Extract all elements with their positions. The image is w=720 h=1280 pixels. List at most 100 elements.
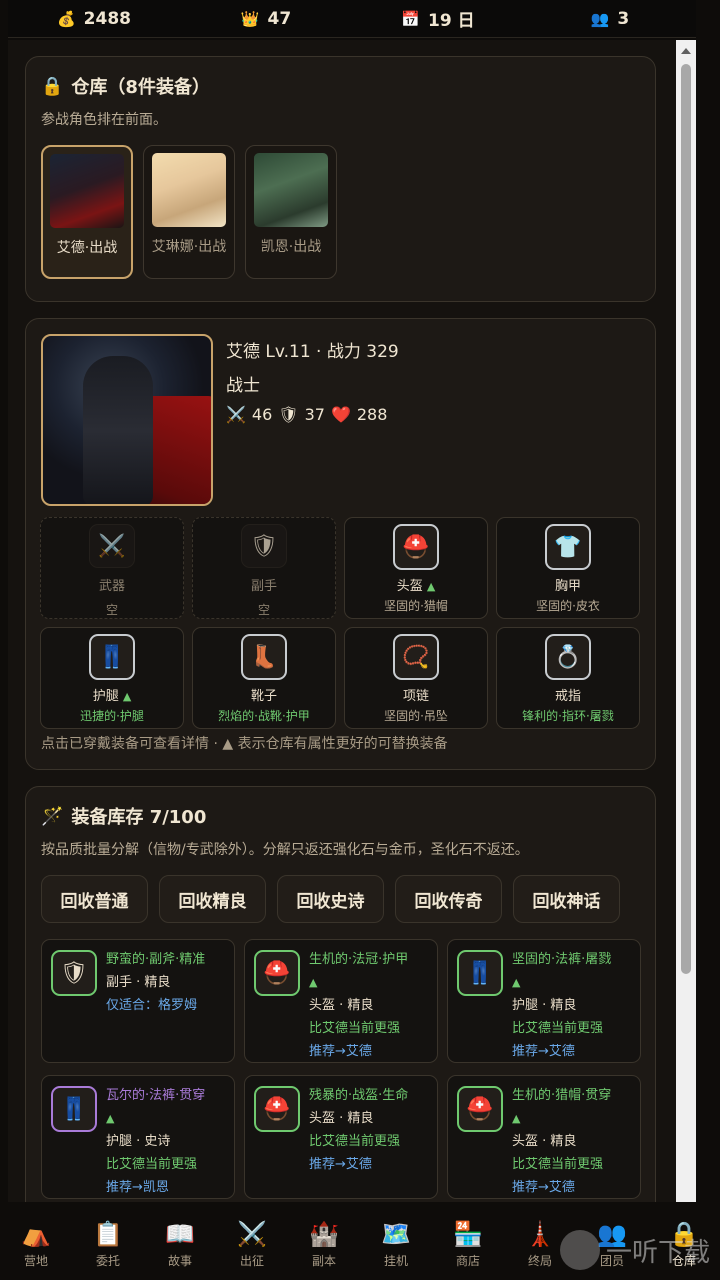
character-portrait	[41, 334, 213, 506]
helmet-icon: ⛑️	[254, 950, 300, 996]
members-stat: 👥 3	[524, 9, 696, 29]
inventory-item[interactable]: 👖 瓦尔的·法裤·贯穿 ▲ 护腿 · 史诗 比艾德当前更强 推荐→凯恩	[41, 1075, 235, 1199]
book-icon: 📖	[165, 1219, 195, 1248]
item-name: 残暴的·战盔·生命	[309, 1088, 409, 1103]
defense-value: 37	[304, 405, 325, 424]
item-type: 头盔 · 精良	[309, 1111, 374, 1126]
slot-name: 靴子	[250, 689, 277, 704]
hero-portrait	[50, 154, 124, 228]
slot-offhand[interactable]: 🛡 副手 空	[192, 517, 336, 619]
nav-label: 出征	[239, 1253, 264, 1268]
scrollbar-thumb[interactable]	[681, 64, 691, 974]
inventory-items: 🛡 野蛮的·副斧·精准 副手 · 精良 仅适合：格罗姆 ⛑️ 生机的·法冠·护甲…	[41, 939, 641, 1199]
clipboard-icon: 📋	[93, 1219, 123, 1248]
inventory-title: 🪄 装备库存 7/100	[41, 803, 640, 829]
slot-name: 胸甲	[554, 579, 581, 594]
slot-boots[interactable]: 👢 靴子 烈焰的·战靴·护甲	[192, 627, 336, 729]
helmet-icon: ⛑️	[254, 1086, 300, 1132]
hero-card-ade[interactable]: 艾德·出战	[41, 145, 133, 279]
item-name: 瓦尔的·法裤·贯穿	[106, 1088, 206, 1103]
item-recommend: 推荐→艾德	[309, 1044, 372, 1059]
inventory-item[interactable]: ⛑️ 生机的·法冠·护甲 ▲ 头盔 · 精良 比艾德当前更强 推荐→艾德	[244, 939, 438, 1063]
item-compare: 比艾德当前更强	[309, 1134, 401, 1149]
nav-commission[interactable]: 📋 委托	[72, 1208, 144, 1280]
tower-icon: 🗼	[525, 1219, 555, 1248]
shop-icon: 🏪	[453, 1219, 483, 1248]
slot-item: 坚固的·吊坠	[384, 709, 448, 723]
nav-idle[interactable]: 🗺️ 挂机	[360, 1208, 432, 1280]
hero-card-ailina[interactable]: 艾琳娜·出战	[143, 145, 235, 279]
scroll-up-arrow[interactable]	[681, 48, 691, 54]
inventory-item[interactable]: ⛑️ 残暴的·战盔·生命 头盔 · 精良 比艾德当前更强 推荐→艾德	[244, 1075, 438, 1199]
slot-name: 护腿 ▲	[92, 689, 132, 704]
hero-card-kaien[interactable]: 凯恩·出战	[245, 145, 337, 279]
day-value: 19 日	[428, 11, 475, 31]
recycle-epic-button[interactable]: 回收史诗	[277, 875, 384, 923]
item-compare: 比艾德当前更强	[512, 1157, 604, 1172]
upgrade-indicator: ▲	[512, 976, 521, 989]
slot-item: 锋利的·指环·屠戮	[522, 709, 614, 723]
necklace-icon: 📿	[393, 634, 439, 680]
recycle-common-button[interactable]: 回收普通	[41, 875, 148, 923]
equipment-hint: 点击已穿戴装备可查看详情 · ▲ 表示仓库有属性更好的可替换装备	[41, 736, 448, 752]
pants-icon: 👖	[51, 1086, 97, 1132]
inventory-item[interactable]: 👖 坚固的·法裤·屠戮 ▲ 护腿 · 精良 比艾德当前更强 推荐→艾德	[447, 939, 641, 1063]
upgrade-indicator: ▲	[512, 1112, 521, 1125]
item-recommend: 推荐→艾德	[309, 1157, 372, 1172]
nav-shop[interactable]: 🏪 商店	[432, 1208, 504, 1280]
slot-name: 戒指	[554, 689, 581, 704]
item-type: 头盔 · 精良	[309, 998, 374, 1013]
item-name: 生机的·猎帽·贯穿	[512, 1088, 612, 1103]
character-stats: ⚔️ 46 🛡 37 ❤️ 288	[226, 405, 399, 424]
slot-ring[interactable]: 💍 戒指 锋利的·指环·屠戮	[496, 627, 640, 729]
slot-helmet[interactable]: ⛑️ 头盔 ▲ 坚固的·猎帽	[344, 517, 488, 619]
nav-label: 委托	[95, 1253, 120, 1268]
slot-name: 武器	[98, 579, 125, 594]
nav-dungeon[interactable]: 🏰 副本	[288, 1208, 360, 1280]
main-scroll-area[interactable]: 🔒 仓库（8件装备） 参战角色排在前面。 艾德·出战 艾琳娜·出战 凯恩·出战	[8, 40, 696, 1202]
character-level-power: 艾德 Lv.11 · 战力 329	[226, 342, 399, 362]
hero-label: 艾德·出战	[56, 240, 118, 256]
recycle-legendary-button[interactable]: 回收传奇	[395, 875, 502, 923]
nav-story[interactable]: 📖 故事	[144, 1208, 216, 1280]
pants-icon: 👖	[89, 634, 135, 680]
nav-label: 营地	[23, 1253, 48, 1268]
slot-weapon[interactable]: ⚔️ 武器 空	[40, 517, 184, 619]
day-stat: 📅 19 日	[352, 6, 524, 32]
helmet-icon: ⛑️	[457, 1086, 503, 1132]
character-panel: 艾德 Lv.11 · 战力 329 战士 ⚔️ 46 🛡 37 ❤️ 288 ⚔️ 武…	[25, 318, 656, 770]
item-recommend: 推荐→凯恩	[106, 1180, 169, 1195]
members-value: 3	[617, 8, 630, 29]
nav-expedition[interactable]: ⚔️ 出征	[216, 1208, 288, 1280]
slot-chest[interactable]: 👕 胸甲 坚固的·皮衣	[496, 517, 640, 619]
item-type: 头盔 · 精良	[512, 1134, 577, 1149]
slot-item: 烈焰的·战靴·护甲	[218, 709, 310, 723]
gold-stat: 💰 2488	[8, 9, 180, 29]
inventory-item[interactable]: ⛑️ 生机的·猎帽·贯穿 ▲ 头盔 · 精良 比艾德当前更强 推荐→艾德	[447, 1075, 641, 1199]
recycle-mythic-button[interactable]: 回收神话	[513, 875, 620, 923]
slot-necklace[interactable]: 📿 项链 坚固的·吊坠	[344, 627, 488, 729]
boot-icon: 👢	[241, 634, 287, 680]
inventory-subtitle: 按品质批量分解（信物/专武除外）。分解只返还强化石与金币，圣化石不返还。	[41, 842, 529, 858]
hero-label: 凯恩·出战	[260, 239, 322, 255]
item-name: 生机的·法冠·护甲	[309, 952, 409, 967]
shield-icon: 🛡	[51, 950, 97, 996]
item-type: 副手 · 精良	[106, 975, 171, 990]
pants-icon: 👖	[457, 950, 503, 996]
nav-camp[interactable]: ⛺ 营地	[0, 1208, 72, 1280]
attack-icon: ⚔️	[226, 405, 246, 424]
nav-label: 商店	[455, 1253, 480, 1268]
attack-value: 46	[251, 405, 273, 424]
crossed-swords-icon: ⚔️	[237, 1219, 267, 1248]
crown-value: 47	[267, 8, 292, 29]
scrollbar[interactable]	[676, 40, 696, 1202]
recycle-fine-button[interactable]: 回收精良	[159, 875, 266, 923]
inventory-item[interactable]: 🛡 野蛮的·副斧·精准 副手 · 精良 仅适合：格罗姆	[41, 939, 235, 1063]
watermark: 一听下载	[560, 1228, 720, 1272]
slot-legs[interactable]: 👖 护腿 ▲ 迅捷的·护腿	[40, 627, 184, 729]
warehouse-panel: 🔒 仓库（8件装备） 参战角色排在前面。 艾德·出战 艾琳娜·出战 凯恩·出战	[25, 56, 656, 302]
status-bar: 💰 2488 👑 47 📅 19 日 👥 3	[8, 0, 696, 38]
hp-value: 288	[356, 405, 388, 424]
hero-list: 艾德·出战 艾琳娜·出战 凯恩·出战	[41, 145, 640, 279]
equipment-slots: ⚔️ 武器 空 🛡 副手 空 ⛑️ 头盔 ▲ 坚固的·猎帽 👕 胸甲 坚固的·皮…	[40, 517, 641, 729]
